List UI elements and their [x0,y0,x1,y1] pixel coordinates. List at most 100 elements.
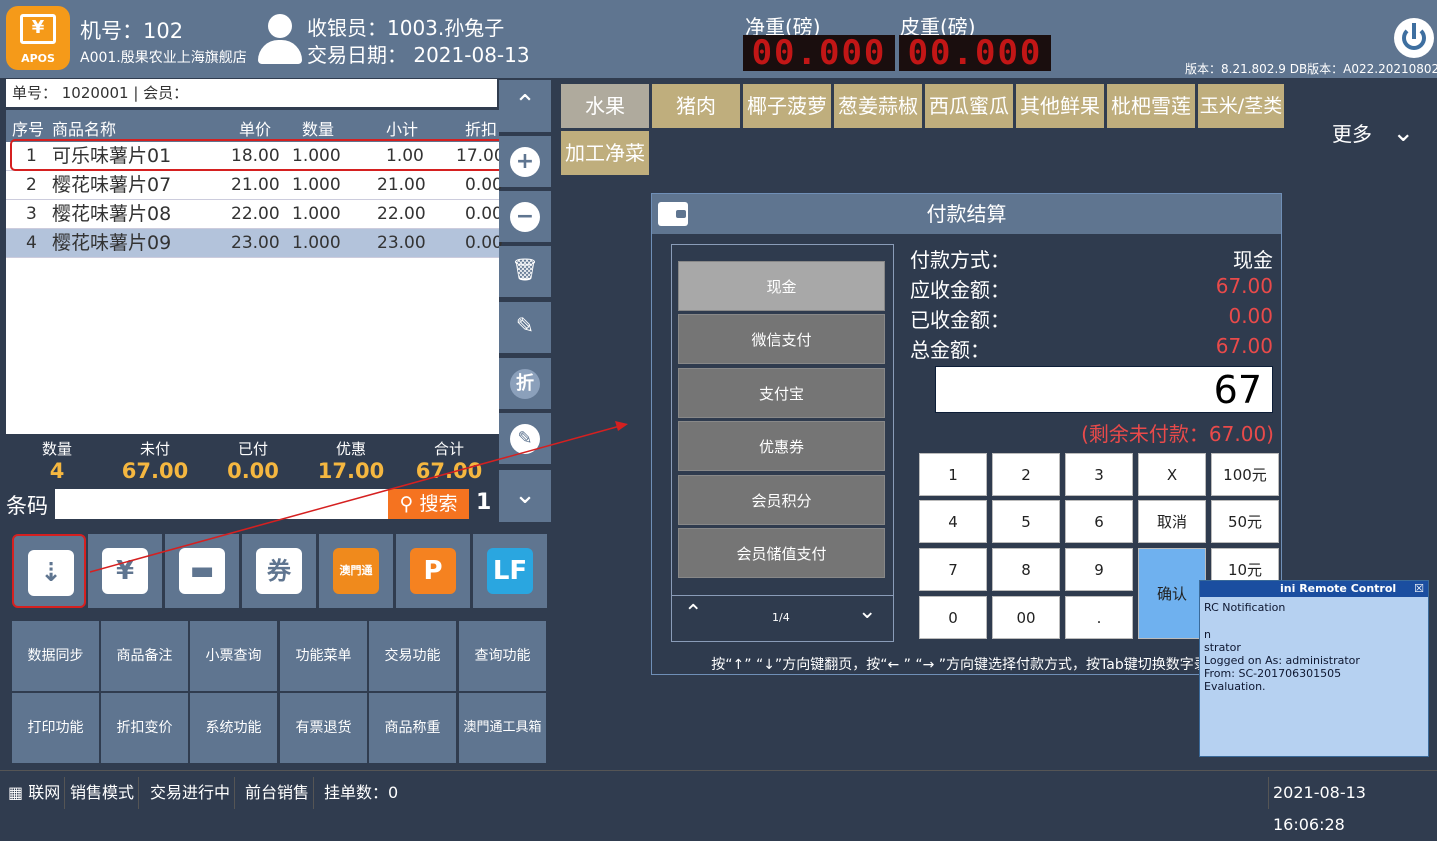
add-qty-button[interactable]: + [499,136,551,187]
received-label: 已收金额： [910,308,1010,332]
scroll-down-button[interactable]: ⌄ [499,470,551,522]
apos-logo: ¥ APOS [6,6,70,70]
amount-input[interactable]: 67 [935,366,1273,413]
key-button[interactable]: 100元 [1211,453,1279,496]
func-button[interactable]: 功能菜单 [280,621,367,691]
cash-button[interactable]: ¥ [88,534,162,608]
more-button[interactable]: 更多 ⌄ [1332,118,1414,148]
key-button[interactable]: 6 [1065,500,1133,543]
table-row[interactable]: 2 樱花味薯片07 21.00 1.000 21.00 0.00 [6,171,503,200]
func-button[interactable]: 小票查询 [190,621,277,691]
payment-dialog: 付款结算 现金 微信支付 支付宝 优惠券 会员积分 会员储值支付 ⌃ 1/4 ⌄… [651,193,1282,675]
summary-value: 4 [49,459,65,483]
col-header: 商品名称 [52,120,117,139]
summary-value: 17.00 [317,459,385,483]
key-button[interactable]: 2 [992,453,1060,496]
key-button[interactable]: 8 [992,548,1060,591]
key-button[interactable]: 1 [919,453,987,496]
col-header: 小计 [386,120,419,139]
lf-pay-button[interactable]: LF [473,534,547,608]
func-button[interactable]: 折扣变价 [101,693,188,763]
table-row[interactable]: 3 樱花味薯片08 22.00 1.000 22.00 0.00 [6,200,503,229]
table-header: 序号 商品名称 单价 数量 小计 折扣 [6,110,499,142]
chevron-up-icon: ⌃ [514,90,536,120]
table-row[interactable]: 4 樱花味薯片09 23.00 1.000 23.00 0.00 [6,229,503,258]
power-icon[interactable] [1394,18,1434,58]
barcode-input[interactable] [55,489,388,519]
func-button[interactable]: 数据同步 [12,621,99,691]
func-button[interactable]: 系统功能 [190,693,277,763]
price-edit-button[interactable]: ✎ [499,302,551,353]
page-up-icon[interactable]: ⌃ [684,601,702,626]
func-button[interactable]: 商品称重 [369,693,456,763]
notif-body: RC Notification n strator Logged on As: … [1200,597,1428,697]
close-icon[interactable]: ☒ [1414,581,1424,597]
key-button[interactable]: 9 [1065,548,1133,591]
minus-icon: − [510,202,540,232]
keyboard-hint: 按“↑” “↓”方向键翻页，按“← ” “→ ”方向键选择付款方式，按Tab键切… [711,657,1222,673]
status-item: 挂单数：0 [324,783,399,802]
category-tab[interactable]: 椰子菠萝 [743,84,831,128]
status-bar: ▦ 联网 销售模式 交易进行中 前台销售 挂单数：0 2021-08-13 16… [0,770,1437,834]
network-icon: ▦ [8,783,24,802]
payment-method-item[interactable]: 会员积分 [678,475,885,525]
func-button[interactable]: 打印功能 [12,693,99,763]
func-button[interactable]: 查询功能 [459,621,546,691]
barcode-count: 1 [476,490,492,515]
due-value: 67.00 [1215,274,1273,298]
payment-method-item[interactable]: 微信支付 [678,314,885,364]
logo-text: APOS [21,52,55,65]
cell-qty: 1.000 [292,204,341,224]
category-tab[interactable]: 加工净菜 [561,131,649,175]
remote-control-notification: ini Remote Control ☒ RC Notification n st… [1199,580,1429,757]
delete-button[interactable]: 🗑 [499,246,551,297]
payment-method-item[interactable]: 支付宝 [678,368,885,418]
key-button[interactable]: . [1065,596,1133,639]
category-tab[interactable]: 西瓜蜜瓜 [925,84,1013,128]
barcode-label: 条码 [6,494,48,518]
confirm-button[interactable]: 确认 [1138,548,1206,639]
key-button[interactable]: 50元 [1211,500,1279,543]
payment-method-item[interactable]: 现金 [678,261,885,311]
key-button[interactable]: 3 [1065,453,1133,496]
summary-label: 合计 [433,440,464,458]
func-button[interactable]: 有票退货 [280,693,367,763]
order-info-bar: 单号： 1020001 | 会员： [6,79,497,107]
func-button[interactable]: 澳門通工具箱 [459,693,546,763]
notif-line: strator [1204,641,1241,654]
category-tab[interactable]: 其他鲜果 [1016,84,1104,128]
func-button[interactable]: 商品备注 [101,621,188,691]
macau-pass-icon: 澳門通 [333,548,379,594]
key-button[interactable]: X [1138,453,1206,496]
machine-number: 机号：102 [80,19,184,43]
settle-button[interactable]: ⇣ [12,534,86,608]
key-button[interactable]: 0 [919,596,987,639]
barcode-row: 条码 ⚲ 搜索 1 [6,488,499,522]
payment-method-item[interactable]: 会员储值支付 [678,528,885,578]
payment-method-list: 现金 微信支付 支付宝 优惠券 会员积分 会员储值支付 ⌃ 1/4 ⌄ [671,244,894,642]
payment-method-item[interactable]: 优惠券 [678,421,885,471]
tare-weight-display: 00.000 [899,35,1051,71]
discount-button[interactable]: 折 [499,358,551,409]
category-tab[interactable]: 玉米/茎类 [1198,84,1284,128]
macau-pass-button[interactable]: 澳門通 [319,534,393,608]
category-tab[interactable]: 葱姜蒜椒 [834,84,922,128]
minus-qty-button[interactable]: − [499,191,551,242]
card-button[interactable]: ▬ [165,534,239,608]
cancel-button[interactable]: 取消 [1138,500,1206,543]
search-button[interactable]: ⚲ 搜索 [388,489,469,519]
category-tab[interactable]: 枇杷雪莲 [1107,84,1195,128]
scroll-up-button[interactable]: ⌃ [499,80,551,132]
category-tab[interactable]: 猪肉 [652,84,740,128]
key-button[interactable]: 7 [919,548,987,591]
key-button[interactable]: 00 [992,596,1060,639]
category-tab[interactable]: 水果 [561,84,649,128]
coupon-button[interactable]: 券 [242,534,316,608]
key-button[interactable]: 5 [992,500,1060,543]
key-button[interactable]: 4 [919,500,987,543]
func-button[interactable]: 交易功能 [369,621,456,691]
mpay-button[interactable]: P [396,534,470,608]
cell-price: 23.00 [231,233,280,253]
edit-button[interactable]: ✎ [499,413,551,464]
page-down-icon[interactable]: ⌄ [858,599,876,624]
